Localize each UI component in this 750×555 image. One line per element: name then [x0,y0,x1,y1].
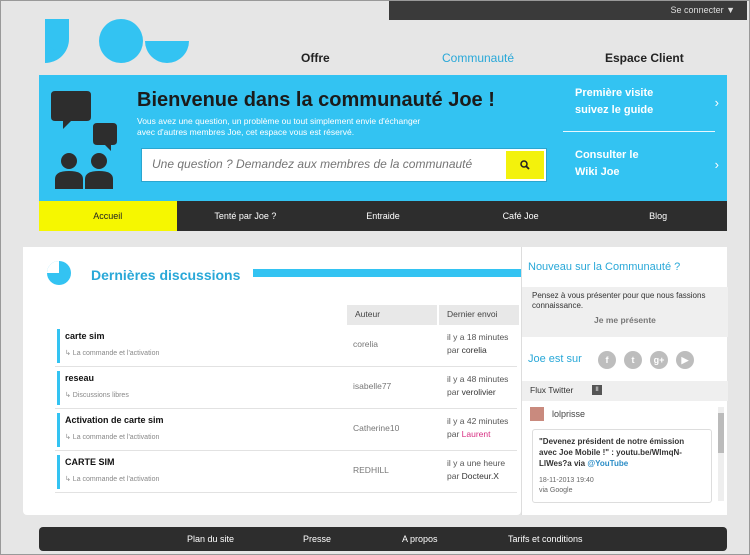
last-post: il y a 48 minutes par verolivier [447,374,509,397]
tweet-source: via Google [539,487,573,494]
topic-title[interactable]: CARTE SIM [65,457,115,467]
topic-author[interactable]: isabelle77 [353,381,391,391]
pause-icon[interactable]: II [592,385,602,395]
topic-author[interactable]: Catherine10 [353,423,399,433]
last-post-user[interactable]: Laurent [462,429,491,439]
last-post: il y a 18 minutes par corelia [447,332,509,355]
search-icon [520,160,530,170]
nav-offre[interactable]: Offre [301,51,330,65]
table-row[interactable]: reseau ↳ Discussions libres isabelle77 i… [55,367,517,409]
youtube-icon[interactable]: ▶ [676,351,694,369]
wiki-link[interactable]: Consulter le Wiki Joe [575,147,639,181]
last-post-user[interactable]: Docteur.X [462,471,499,481]
hero-subtitle: Vous avez une question, un problème ou t… [137,116,421,137]
topic-title[interactable]: Activation de carte sim [65,415,164,425]
table-row[interactable]: carte sim ↳ La commande et l'activation … [55,325,517,367]
chevron-right-icon[interactable]: › [715,95,719,110]
tab-blog[interactable]: Blog [589,201,727,231]
tweet-meta: 18-11-2013 19:40 via Google [539,476,594,496]
row-marker [57,413,60,447]
tweet-card: "Devenez président de notre émission ave… [532,429,712,503]
search-input[interactable] [152,157,502,171]
top-bar: Se connecter ▼ [389,1,747,20]
twitter-icon[interactable]: t [624,351,642,369]
sidebar: Nouveau sur la Communauté ? Pensez à vou… [521,247,728,515]
footer-link-about[interactable]: A propos [402,534,438,544]
page: Se connecter ▼ Offre Communauté Espace C… [0,0,750,555]
google-plus-icon[interactable]: g+ [650,351,668,369]
topic-category[interactable]: ↳ Discussions libres [65,391,129,399]
title-bar [253,269,521,277]
hero-side-links: Première visite suivez le guide › Consul… [563,75,727,201]
last-post: il y a une heure par Docteur.X [447,458,506,481]
topic-author[interactable]: REDHILL [353,465,389,475]
social-label: Joe est sur [528,353,582,365]
row-marker [57,371,60,405]
topic-author[interactable]: corelia [353,339,378,349]
row-marker [57,455,60,489]
topic-category[interactable]: ↳ La commande et l'activation [65,433,159,441]
nav-communaute[interactable]: Communauté [442,51,514,65]
tweet-user[interactable]: lolprisse [552,409,585,419]
community-subnav: Accueil Tenté par Joe ? Entraide Café Jo… [39,201,727,231]
row-marker [57,329,60,363]
last-post: il y a 42 minutes par Laurent [447,416,509,439]
tab-tente-par-joe[interactable]: Tenté par Joe ? [177,201,315,231]
tab-entraide[interactable]: Entraide [314,201,452,231]
new-member-box: Pensez à vous présenter pour que nous fa… [522,287,728,337]
footer-link-press[interactable]: Presse [303,534,331,544]
column-header-last: Dernier envoi [439,305,519,325]
divider [563,131,715,132]
new-member-text: Pensez à vous présenter pour que nous fa… [532,291,706,310]
joe-logo[interactable] [41,15,191,65]
scrollbar-thumb[interactable] [718,413,724,453]
topic-title[interactable]: reseau [65,373,94,383]
facebook-icon[interactable]: f [598,351,616,369]
table-row[interactable]: CARTE SIM ↳ La commande et l'activation … [55,451,517,493]
community-icon [51,91,117,189]
panel-title: Dernières discussions [91,267,241,283]
tweet-mention[interactable]: @YouTube [587,459,628,468]
panel-header: Dernières discussions [23,247,521,297]
hero-banner: Bienvenue dans la communauté Joe ! Vous … [39,75,727,201]
pie-icon [47,261,71,285]
tweet-date: 18-11-2013 19:40 [539,477,594,484]
last-post-user[interactable]: verolivier [462,387,496,397]
guide-link[interactable]: Première visite suivez le guide [575,85,653,119]
tab-cafe-joe[interactable]: Café Joe [452,201,590,231]
nav-espace-client[interactable]: Espace Client [605,51,684,65]
new-member-title: Nouveau sur la Communauté ? [528,261,681,273]
search-box [141,148,547,182]
tweet-text: "Devenez président de notre émission ave… [539,437,685,468]
column-header-author: Auteur [347,305,437,325]
topic-category[interactable]: ↳ La commande et l'activation [65,349,159,357]
topic-category[interactable]: ↳ La commande et l'activation [65,475,159,483]
chevron-right-icon[interactable]: › [715,157,719,172]
twitter-feed-label: Flux Twitter [530,385,574,395]
search-button[interactable] [506,151,544,179]
table-row[interactable]: Activation de carte sim ↳ La commande et… [55,409,517,451]
hero-title: Bienvenue dans la communauté Joe ! [137,89,495,111]
footer-link-sitemap[interactable]: Plan du site [187,534,234,544]
tab-accueil[interactable]: Accueil [39,201,177,231]
scrollbar[interactable] [718,407,724,501]
last-post-user[interactable]: corelia [462,345,487,355]
footer-link-terms[interactable]: Tarifs et conditions [508,534,583,544]
topic-title[interactable]: carte sim [65,331,105,341]
twitter-feed-header: Flux Twitter II [522,381,728,401]
discussions-panel: Dernières discussions Auteur Dernier env… [23,247,521,515]
introduce-yourself-link[interactable]: Je me présente [594,315,656,325]
avatar[interactable] [530,407,544,421]
login-link[interactable]: Se connecter ▼ [671,5,735,15]
footer: Plan du site Presse A propos Tarifs et c… [39,527,727,551]
